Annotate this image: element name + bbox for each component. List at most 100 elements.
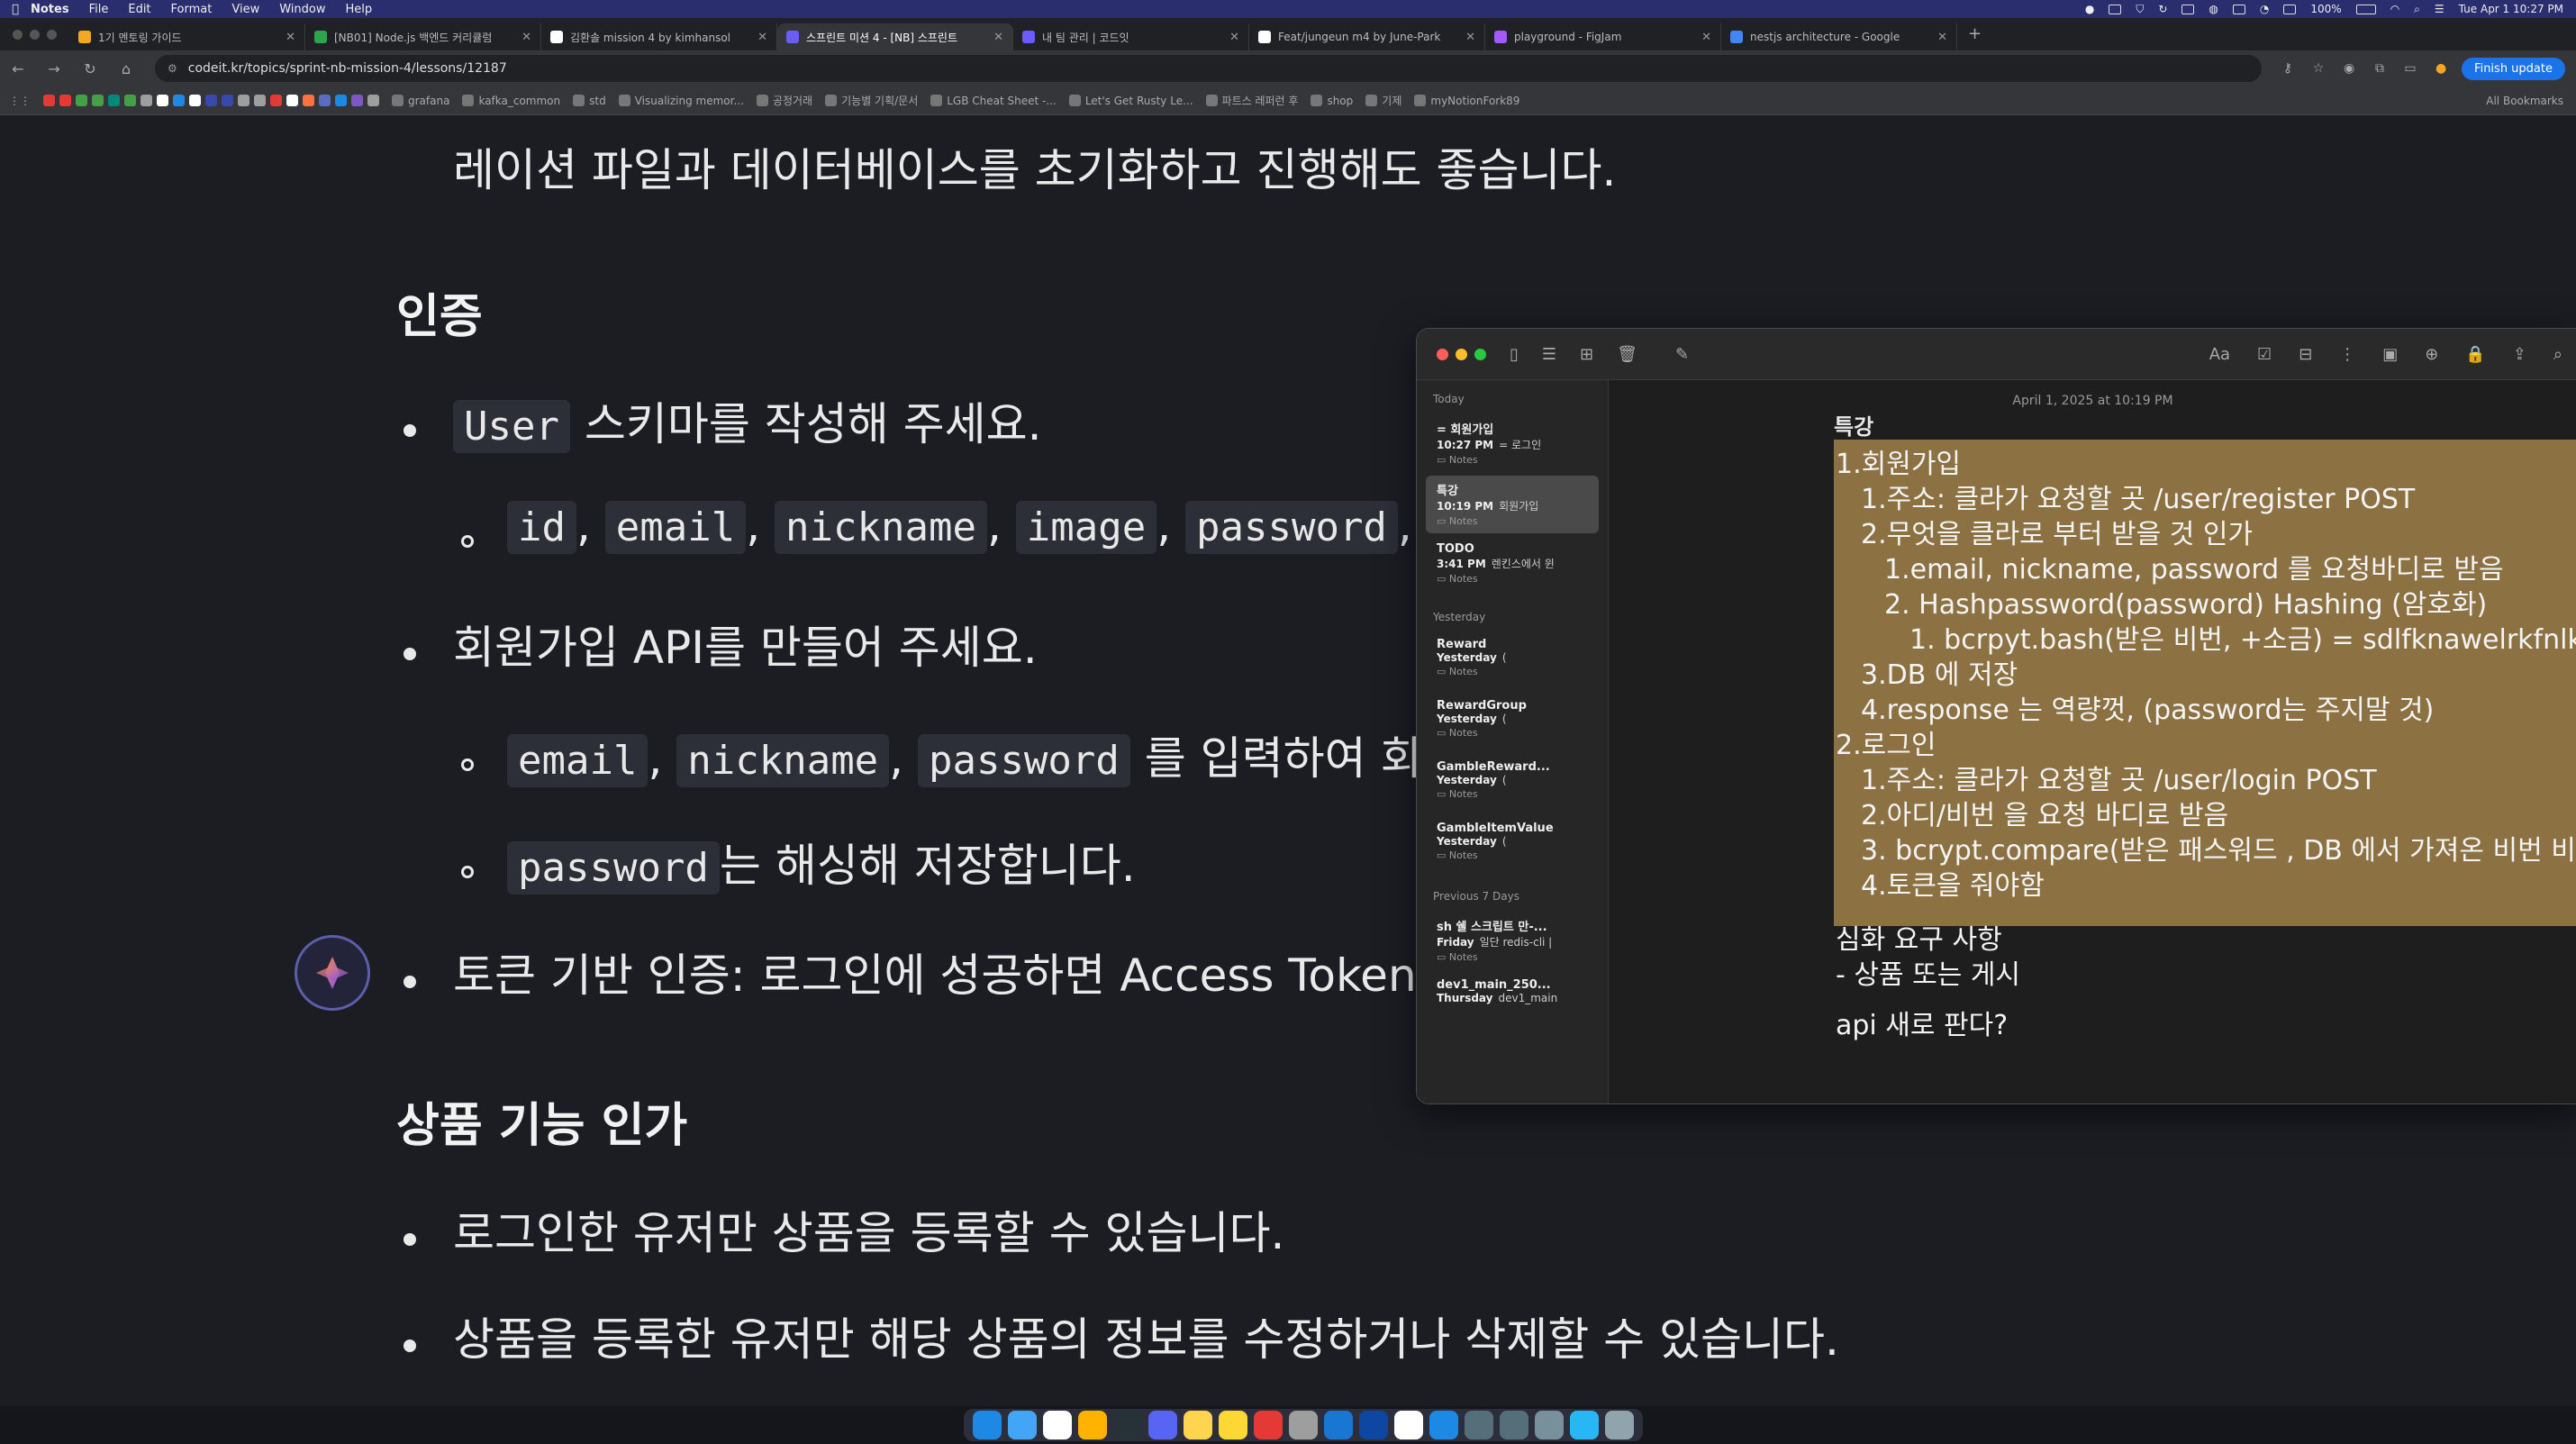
apple-icon[interactable]: 	[0, 3, 31, 16]
bookmark-favicon-icon[interactable]	[157, 95, 168, 106]
bookmark-favicon-icon[interactable]	[335, 95, 347, 106]
tab-close-icon[interactable]: ✕	[286, 31, 295, 44]
lock-icon[interactable]: 🔒	[2465, 345, 2485, 364]
note-list-item[interactable]: RewardGroup Yesterday (▭ Notes	[1426, 694, 1599, 751]
minimize-window-button[interactable]	[30, 30, 40, 40]
checklist-icon[interactable]: ☑	[2257, 345, 2272, 364]
dock-app-icon[interactable]	[1465, 1411, 1493, 1439]
grid-icon[interactable]	[2232, 4, 2245, 14]
bookmark-favicon-icon[interactable]	[286, 95, 298, 106]
format-text-button[interactable]: Aa	[2209, 345, 2230, 364]
browser-tab[interactable]: 내 팀 관리 | 코드잇 ✕	[1013, 23, 1249, 50]
bookmark-favicon-icon[interactable]	[189, 95, 201, 106]
bookmark-item[interactable]: kafka_common	[462, 93, 560, 108]
dock-app-icon[interactable]	[1254, 1411, 1283, 1439]
ai-assistant-button[interactable]	[295, 935, 370, 1011]
collaborate-icon[interactable]: ⊕	[2425, 345, 2438, 364]
sidebar-toggle-icon[interactable]: ▯	[1510, 345, 1519, 364]
site-info-icon[interactable]: ⚙	[168, 62, 177, 75]
tab-close-icon[interactable]: ✕	[1937, 31, 1947, 44]
menu-window[interactable]: Window	[279, 3, 325, 16]
media-icon[interactable]: ▣	[2382, 345, 2398, 364]
control-center-icon[interactable]: ☰	[2435, 3, 2444, 15]
shield-icon[interactable]: ⛉	[2136, 3, 2144, 16]
display-icon[interactable]	[2181, 4, 2195, 14]
tab-close-icon[interactable]: ✕	[1229, 31, 1239, 44]
bookmark-favicon-icon[interactable]	[205, 95, 217, 106]
battery-icon[interactable]	[2355, 4, 2376, 14]
back-arrow-icon[interactable]: ←	[0, 60, 36, 77]
bell-icon[interactable]: ◔	[2260, 3, 2269, 15]
menu-file[interactable]: File	[89, 3, 109, 16]
note-line[interactable]: 2.무엇을 클라로 부터 받을 것 인가	[1861, 512, 2253, 551]
dock-app-icon[interactable]	[1429, 1411, 1458, 1439]
key-icon[interactable]: ⚷	[2272, 61, 2303, 76]
note-list-item[interactable]: 특강 10:19 PM 회원가입 ▭ Notes	[1426, 476, 1599, 533]
dock-app-icon[interactable]	[1359, 1411, 1388, 1439]
dock-app-icon[interactable]	[1394, 1411, 1423, 1439]
note-line[interactable]: 3. bcrypt.compare(받은 패스워드 , DB 에서 가져온 비번…	[1861, 828, 2576, 867]
note-list-item[interactable]: dev1_main_250... Thursday dev1_main	[1426, 973, 1599, 1031]
dock-app-icon[interactable]	[1113, 1411, 1142, 1439]
dock-app-icon[interactable]	[1184, 1411, 1212, 1439]
gallery-view-icon[interactable]: ⊞	[1580, 345, 1593, 364]
screen-icon[interactable]	[2109, 4, 2122, 14]
tab-close-icon[interactable]: ✕	[757, 31, 767, 44]
sidepanel-icon[interactable]: ▭	[2395, 61, 2426, 76]
menu-view[interactable]: View	[231, 3, 259, 16]
bookmark-item[interactable]: 파트스 레퍼런 후	[1205, 93, 1298, 108]
bookmark-item[interactable]: myNotionFork89	[1414, 93, 1519, 108]
bookmark-favicon-icon[interactable]	[43, 95, 55, 106]
dock-app-icon[interactable]	[1043, 1411, 1072, 1439]
note-list-item[interactable]: TODO 3:41 PM 렌킨스에서 윈 ▭ Notes	[1426, 537, 1599, 595]
note-line[interactable]: 4.response 는 역량껏, (password는 주지말 것)	[1861, 687, 2434, 727]
bookmark-item[interactable]: LGB Cheat Sheet -...	[930, 93, 1057, 108]
note-line[interactable]: 1.주소: 클라가 요청할 곳 /user/login POST	[1861, 758, 2377, 797]
extension-icon[interactable]: ◉	[2334, 61, 2364, 76]
note-line[interactable]: 2.아디/비번 을 요청 바디로 받음	[1861, 793, 2228, 832]
note-line[interactable]: api 새로 판다?	[1836, 1003, 2008, 1042]
dock-app-icon[interactable]	[1570, 1411, 1599, 1439]
bookmark-item[interactable]: std	[573, 93, 606, 108]
bookmark-item[interactable]: 공정거래	[756, 93, 812, 108]
bookmark-favicon-icon[interactable]	[59, 95, 71, 106]
note-list-item[interactable]: Reward Yesterday (▭ Notes	[1426, 632, 1599, 690]
menu-edit[interactable]: Edit	[128, 3, 150, 16]
bookmark-favicon-icon[interactable]	[319, 95, 331, 106]
browser-tab[interactable]: [NB01] Node.js 백엔드 커리큘럼 ✕	[305, 23, 541, 50]
browser-tab[interactable]: Feat/jungeun m4 by June-Park ✕	[1249, 23, 1485, 50]
bookmark-item[interactable]: shop	[1311, 93, 1353, 108]
tab-close-icon[interactable]: ✕	[1701, 31, 1711, 44]
menu-app-notes[interactable]: Notes	[31, 3, 69, 16]
minimize-button[interactable]	[1456, 348, 1467, 360]
note-line[interactable]: 1.email, nickname, password 를 요청바디로 받음	[1884, 547, 2504, 586]
table-icon[interactable]: ⊟	[2299, 345, 2312, 364]
browser-tab[interactable]: 스프린트 미션 4 - [NB] 스프린트 ✕	[777, 23, 1013, 50]
tab-close-icon[interactable]: ✕	[993, 31, 1003, 44]
bookmark-item[interactable]: 기제	[1365, 93, 1401, 108]
profile-avatar[interactable]: ●	[2426, 61, 2456, 76]
menu-format[interactable]: Format	[171, 3, 213, 16]
zoom-button[interactable]	[1474, 348, 1486, 360]
note-line[interactable]: 1.주소: 클라가 요청할 곳 /user/register POST	[1861, 477, 2415, 516]
menu-help[interactable]: Help	[345, 3, 372, 16]
dock-app-icon[interactable]	[973, 1411, 1002, 1439]
bookmark-item[interactable]: Visualizing memor...	[618, 93, 744, 108]
note-list-item[interactable]: GambleReward... Yesterday (▭ Notes	[1426, 755, 1599, 813]
close-window-button[interactable]	[13, 30, 23, 40]
audio-icon[interactable]: ⋮	[2339, 345, 2355, 364]
browser-tab[interactable]: playground - FigJam ✕	[1485, 23, 1721, 50]
url-text[interactable]: codeit.kr/topics/sprint-nb-mission-4/les…	[188, 61, 507, 76]
list-view-icon[interactable]: ☰	[1542, 345, 1556, 364]
record-icon[interactable]: ●	[2085, 3, 2094, 15]
note-line[interactable]: 1.회원가입	[1836, 441, 1961, 481]
search-icon[interactable]: ⌕	[2414, 3, 2420, 16]
search-icon[interactable]: ⌕	[2553, 345, 2562, 364]
tab-close-icon[interactable]: ✕	[522, 31, 531, 44]
note-line[interactable]: 심화 요구 사항	[1836, 917, 2002, 957]
dock-app-icon[interactable]	[1605, 1411, 1634, 1439]
bookmark-favicon-icon[interactable]	[270, 95, 282, 106]
tab-close-icon[interactable]: ✕	[1465, 31, 1475, 44]
url-bar[interactable]: ⚙ codeit.kr/topics/sprint-nb-mission-4/l…	[155, 55, 2263, 82]
bookmark-star-icon[interactable]: ☆	[2303, 61, 2334, 76]
